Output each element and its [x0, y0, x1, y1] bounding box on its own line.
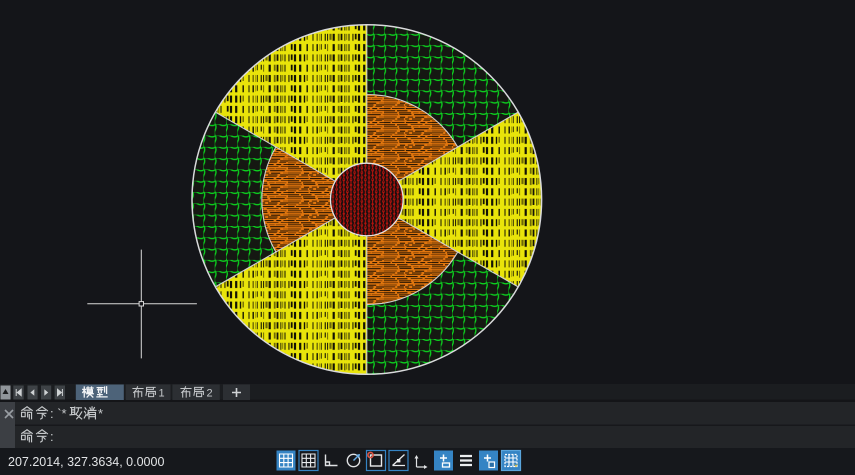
svg-text:207.2014, 327.3634, 0.0000: 207.2014, 327.3634, 0.0000 [8, 455, 164, 469]
svg-text:*: * [98, 406, 103, 421]
svg-text:2: 2 [207, 388, 213, 400]
svg-text::: : [50, 429, 54, 444]
svg-text:: `*: : `* [50, 406, 67, 421]
svg-text:1: 1 [159, 388, 165, 400]
